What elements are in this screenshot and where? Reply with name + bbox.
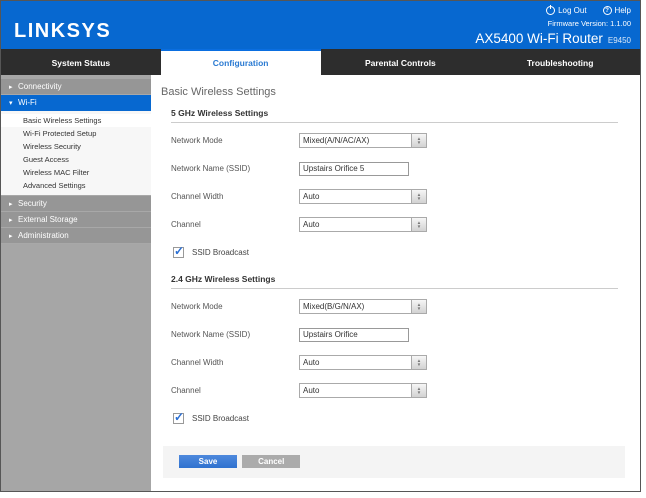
field-label: Channel [171, 220, 201, 229]
chevron-right-icon: ▸ [9, 84, 13, 91]
channel-24ghz-select[interactable]: Auto ▲ ▼ [299, 383, 427, 398]
router-model: E9450 [607, 36, 631, 45]
action-bar: Save Cancel [163, 446, 625, 478]
chevron-right-icon: ▸ [9, 201, 13, 208]
select-value: Auto [303, 220, 320, 229]
cancel-button[interactable]: Cancel [242, 455, 301, 468]
save-button[interactable]: Save [179, 455, 237, 468]
field-label: Channel Width [171, 192, 224, 201]
sidebar-item-label: Security [18, 199, 47, 208]
field-row-channel-width-24ghz: Channel Width Auto ▲ ▼ [171, 355, 618, 370]
network-mode-24ghz-select[interactable]: Mixed(B/G/N/AX) ▲ ▼ [299, 299, 427, 314]
chevron-right-icon: ▸ [9, 217, 13, 224]
select-spinner-icon[interactable]: ▲ ▼ [411, 190, 426, 203]
checkmark-icon: ✓ [174, 244, 185, 258]
section-5ghz: 5 GHz Wireless Settings Network Mode Mix… [171, 108, 618, 260]
chevron-down-icon: ▾ [9, 100, 13, 107]
main-content: Basic Wireless Settings 5 GHz Wireless S… [151, 75, 640, 491]
field-row-channel-5ghz: Channel Auto ▲ ▼ [171, 217, 618, 232]
router-admin-page: LINKSYS Log Out ? Help Firmware Version:… [0, 0, 641, 492]
router-name-text: AX5400 Wi-Fi Router [475, 31, 603, 46]
ssid-broadcast-5ghz-checkbox[interactable]: ✓ [173, 244, 185, 258]
sidebar-item-advanced-settings[interactable]: Advanced Settings [1, 179, 151, 192]
sidebar: ▸ Connectivity ▾ Wi-Fi Basic Wireless Sett… [1, 75, 151, 491]
sidebar-item-security[interactable]: ▸ Security [1, 196, 151, 212]
select-value: Auto [303, 192, 320, 201]
checkbox-label: SSID Broadcast [192, 248, 249, 257]
select-value: Mixed(A/N/AC/AX) [303, 136, 370, 145]
router-name: AX5400 Wi-Fi Router E9450 [475, 31, 631, 46]
logout-label: Log Out [558, 6, 587, 15]
checkbox-label: SSID Broadcast [192, 414, 249, 423]
section-heading-24ghz: 2.4 GHz Wireless Settings [171, 274, 618, 289]
help-label: Help [614, 6, 631, 15]
firmware-version: Firmware Version: 1.1.00 [547, 19, 631, 28]
sidebar-item-wifi[interactable]: ▾ Wi-Fi [1, 95, 151, 111]
select-value: Auto [303, 386, 320, 395]
chevron-right-icon: ▸ [9, 233, 13, 240]
ssid-broadcast-24ghz-checkbox[interactable]: ✓ [173, 410, 185, 424]
power-icon [546, 5, 556, 15]
field-row-network-mode-24ghz: Network Mode Mixed(B/G/N/AX) ▲ ▼ [171, 299, 618, 314]
field-label: Channel Width [171, 358, 224, 367]
tab-configuration[interactable]: Configuration [160, 49, 321, 75]
header: LINKSYS Log Out ? Help Firmware Version:… [1, 1, 640, 49]
body: ▸ Connectivity ▾ Wi-Fi Basic Wireless Sett… [1, 75, 640, 491]
channel-width-24ghz-select[interactable]: Auto ▲ ▼ [299, 355, 427, 370]
page-title: Basic Wireless Settings [161, 86, 276, 98]
linksys-logo: LINKSYS [14, 20, 112, 42]
help-link[interactable]: ? Help [602, 6, 631, 15]
channel-width-5ghz-select[interactable]: Auto ▲ ▼ [299, 189, 427, 204]
ssid-5ghz-input[interactable] [299, 161, 409, 176]
select-spinner-icon[interactable]: ▲ ▼ [411, 356, 426, 369]
ssid-broadcast-24ghz-row: ✓ SSID Broadcast [171, 410, 618, 426]
checkmark-icon: ✓ [174, 410, 185, 424]
sidebar-item-administration[interactable]: ▸ Administration [1, 228, 151, 244]
field-row-ssid-5ghz: Network Name (SSID) [171, 161, 618, 176]
help-icon: ? [602, 6, 612, 15]
ssid-broadcast-5ghz-row: ✓ SSID Broadcast [171, 244, 618, 260]
ssid-24ghz-input[interactable] [299, 327, 409, 342]
sidebar-item-basic-wireless-settings[interactable]: Basic Wireless Settings [1, 114, 151, 127]
header-right: Log Out ? Help Firmware Version: 1.1.00 … [475, 5, 631, 46]
field-row-network-mode-5ghz: Network Mode Mixed(A/N/AC/AX) ▲ ▼ [171, 133, 618, 148]
select-spinner-icon[interactable]: ▲ ▼ [411, 218, 426, 231]
sidebar-item-label: Administration [18, 231, 69, 240]
field-row-ssid-24ghz: Network Name (SSID) [171, 327, 618, 342]
sidebar-item-label: Wi-Fi [18, 98, 37, 107]
select-spinner-icon[interactable]: ▲ ▼ [411, 384, 426, 397]
logout-link[interactable]: Log Out [546, 5, 587, 15]
section-heading-5ghz: 5 GHz Wireless Settings [171, 108, 618, 123]
field-label: Channel [171, 386, 201, 395]
top-nav-tabs: System Status Configuration Parental Con… [1, 49, 640, 75]
sidebar-item-external-storage[interactable]: ▸ External Storage [1, 212, 151, 228]
select-spinner-icon[interactable]: ▲ ▼ [411, 300, 426, 313]
field-label: Network Mode [171, 136, 223, 145]
network-mode-5ghz-select[interactable]: Mixed(A/N/AC/AX) ▲ ▼ [299, 133, 427, 148]
sidebar-item-wifi-protected-setup[interactable]: Wi-Fi Protected Setup [1, 127, 151, 140]
sidebar-item-label: External Storage [18, 215, 78, 224]
sidebar-item-label: Connectivity [18, 82, 62, 91]
sidebar-item-wireless-mac-filter[interactable]: Wireless MAC Filter [1, 166, 151, 179]
tab-troubleshooting[interactable]: Troubleshooting [480, 49, 640, 75]
tab-system-status[interactable]: System Status [1, 49, 161, 75]
tab-parental-controls[interactable]: Parental Controls [321, 49, 481, 75]
field-row-channel-width-5ghz: Channel Width Auto ▲ ▼ [171, 189, 618, 204]
select-value: Mixed(B/G/N/AX) [303, 302, 365, 311]
sidebar-item-wireless-security[interactable]: Wireless Security [1, 140, 151, 153]
field-row-channel-24ghz: Channel Auto ▲ ▼ [171, 383, 618, 398]
select-value: Auto [303, 358, 320, 367]
wifi-submenu: Basic Wireless Settings Wi-Fi Protected … [1, 111, 151, 196]
channel-5ghz-select[interactable]: Auto ▲ ▼ [299, 217, 427, 232]
sidebar-item-connectivity[interactable]: ▸ Connectivity [1, 79, 151, 95]
sidebar-item-guest-access[interactable]: Guest Access [1, 153, 151, 166]
section-24ghz: 2.4 GHz Wireless Settings Network Mode M… [171, 274, 618, 426]
field-label: Network Name (SSID) [171, 164, 251, 173]
field-label: Network Name (SSID) [171, 330, 251, 339]
field-label: Network Mode [171, 302, 223, 311]
select-spinner-icon[interactable]: ▲ ▼ [411, 134, 426, 147]
